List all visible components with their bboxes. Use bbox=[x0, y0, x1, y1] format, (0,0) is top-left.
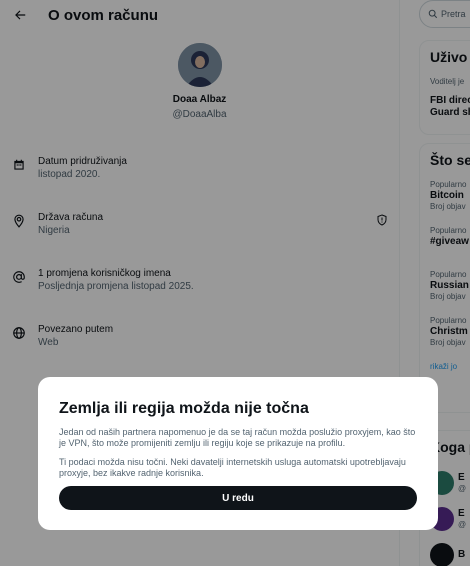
dialog-paragraph-1: Jedan od naših partnera napomenuo je da … bbox=[59, 427, 416, 448]
dialog-title: Zemlja ili regija možda nije točna bbox=[59, 400, 309, 417]
country-warning-dialog: Zemlja ili regija možda nije točna Jedan… bbox=[38, 377, 438, 530]
dialog-paragraph-2: Ti podaci možda nisu točni. Neki davatel… bbox=[59, 457, 406, 478]
ok-button[interactable]: U redu bbox=[59, 486, 417, 510]
